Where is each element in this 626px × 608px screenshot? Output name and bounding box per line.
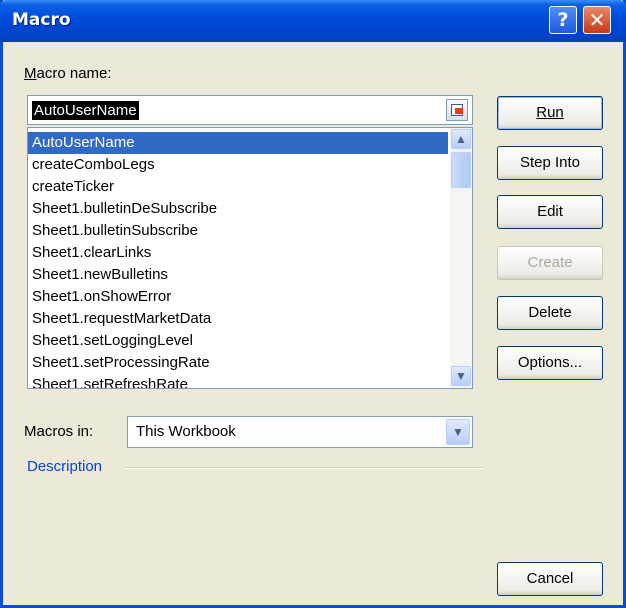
cancel-button-label: Cancel — [526, 570, 574, 587]
scroll-down-icon[interactable]: ▼ — [451, 366, 471, 386]
collapse-dialog-icon[interactable] — [446, 99, 468, 121]
macro-list-scrollbar[interactable]: ▲ ▼ — [450, 128, 472, 388]
list-item[interactable]: Sheet1.clearLinks — [28, 242, 448, 264]
list-item[interactable]: AutoUserName — [28, 132, 448, 154]
scroll-thumb[interactable] — [451, 152, 471, 188]
create-button[interactable]: Create — [497, 246, 603, 280]
description-divider — [125, 467, 483, 469]
macro-list[interactable]: AutoUserName createComboLegs createTicke… — [27, 127, 473, 389]
macros-in-value: This Workbook — [136, 423, 236, 440]
macro-name-label-rest: acro name: — [36, 65, 112, 82]
list-item[interactable]: Sheet1.requestMarketData — [28, 308, 448, 330]
edit-button[interactable]: Edit — [497, 195, 603, 229]
list-item[interactable]: Sheet1.newBulletins — [28, 264, 448, 286]
cancel-button[interactable]: Cancel — [497, 562, 603, 596]
macro-name-value: AutoUserName — [32, 101, 139, 120]
list-item[interactable]: Sheet1.setLoggingLevel — [28, 330, 448, 352]
description-label: Description — [27, 458, 103, 475]
list-item[interactable]: Sheet1.onShowError — [28, 286, 448, 308]
macros-in-select[interactable]: This Workbook ▼ — [127, 416, 473, 448]
run-button[interactable]: Run — [497, 96, 603, 130]
macro-list-items: AutoUserName createComboLegs createTicke… — [28, 132, 448, 388]
help-button[interactable]: ? — [549, 6, 577, 34]
options-button[interactable]: Options... — [497, 346, 603, 380]
macro-name-input[interactable]: AutoUserName — [27, 95, 473, 125]
title-bar[interactable]: Macro ? ✕ — [0, 0, 626, 42]
macros-in-label: Macros in: — [24, 423, 94, 440]
scroll-up-icon[interactable]: ▲ — [451, 129, 471, 149]
options-button-label: Options... — [517, 354, 583, 371]
step-into-button[interactable]: Step Into — [497, 146, 603, 180]
list-item[interactable]: Sheet1.setRefreshRate — [28, 374, 448, 388]
list-item[interactable]: createTicker — [28, 176, 448, 198]
edit-button-label: Edit — [537, 203, 563, 220]
list-item[interactable]: Sheet1.setProcessingRate — [28, 352, 448, 374]
delete-button[interactable]: Delete — [497, 296, 603, 330]
chevron-down-icon[interactable]: ▼ — [446, 419, 470, 445]
close-button[interactable]: ✕ — [583, 6, 611, 34]
run-button-label: Run — [536, 104, 564, 121]
create-button-label: Create — [527, 254, 573, 271]
list-item[interactable]: Sheet1.bulletinDeSubscribe — [28, 198, 448, 220]
list-item[interactable]: createComboLegs — [28, 154, 448, 176]
macro-dialog: Macro ? ✕ Macro name: AutoUserName AutoU… — [0, 0, 626, 608]
macro-name-label: Macro name: — [24, 65, 112, 82]
delete-button-label: Delete — [528, 304, 572, 321]
step-into-button-label: Step Into — [519, 154, 581, 171]
window-title: Macro — [12, 10, 71, 30]
list-item[interactable]: Sheet1.bulletinSubscribe — [28, 220, 448, 242]
